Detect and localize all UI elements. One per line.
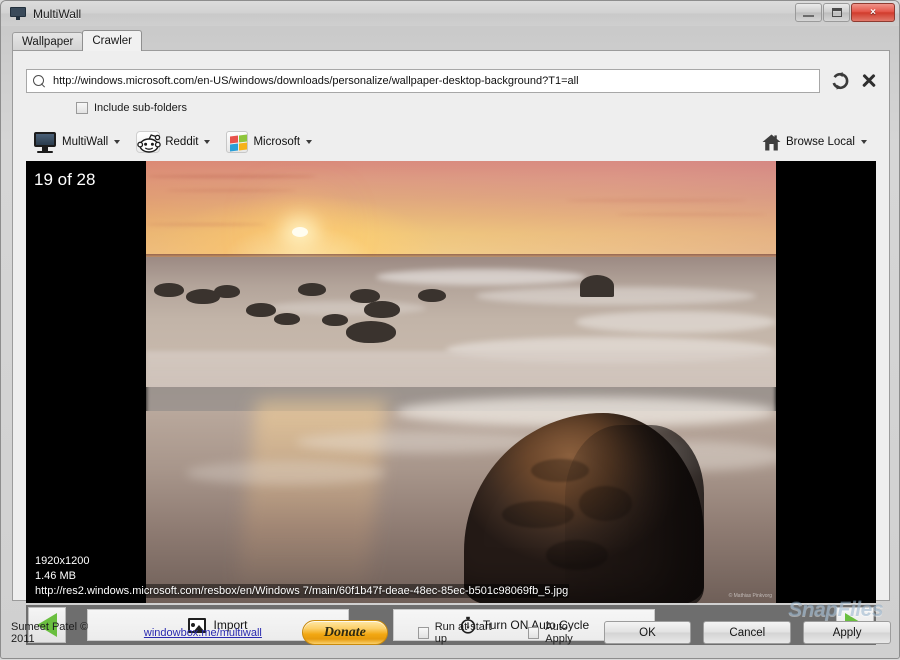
title-bar: MultiWall ×: [1, 1, 899, 26]
source-label-reddit: Reddit: [165, 136, 199, 148]
close-button[interactable]: ×: [851, 3, 895, 22]
donate-button[interactable]: Donate: [301, 620, 388, 645]
crawler-panel: http://windows.microsoft.com/en-US/windo…: [12, 50, 890, 645]
browse-local-button[interactable]: Browse Local: [755, 127, 874, 157]
minimize-button[interactable]: [795, 3, 822, 22]
image-viewer[interactable]: © Mathias Pinkvorg 19 of 28 1920x1200 1.…: [26, 161, 876, 603]
image-resolution: 1920x1200: [34, 554, 91, 568]
sun: [292, 227, 308, 237]
include-subfolders-checkbox[interactable]: Include sub-folders: [76, 102, 187, 114]
chevron-down-icon: [204, 140, 211, 144]
source-label-microsoft: Microsoft: [253, 136, 301, 148]
apply-button[interactable]: Apply: [803, 621, 892, 644]
status-bar: Sumeet Patel © 2011 windowbox.me/multiwa…: [1, 605, 900, 660]
url-input-value: http://windows.microsoft.com/en-US/windo…: [53, 75, 579, 87]
source-button-reddit[interactable]: Reddit: [129, 127, 217, 157]
tab-crawler[interactable]: Crawler: [82, 30, 142, 51]
source-button-multiwall[interactable]: MultiWall: [26, 127, 127, 157]
source-toolbar: MultiWall Reddit Microsoft Browse Local: [26, 125, 876, 159]
tab-strip: Wallpaper Crawler: [12, 30, 142, 51]
photo-credit: © Mathias Pinkvorg: [728, 593, 772, 599]
website-link[interactable]: windowbox.me/multiwall: [144, 627, 262, 639]
monitor-icon: [10, 6, 26, 21]
image-metadata: 1920x1200 1.46 MB http://res2.windows.mi…: [34, 553, 570, 598]
image-filesize: 1.46 MB: [34, 569, 77, 583]
checkbox-box: [528, 626, 540, 639]
refresh-icon[interactable]: [830, 71, 850, 91]
clear-url-icon[interactable]: [860, 72, 878, 90]
image-source-url: http://res2.windows.microsoft.com/resbox…: [34, 584, 570, 598]
checkbox-box: [417, 626, 429, 639]
windows-logo-icon: [226, 131, 249, 153]
url-row: http://windows.microsoft.com/en-US/windo…: [26, 69, 878, 93]
window-controls: ×: [795, 3, 895, 22]
run-at-startup-checkbox[interactable]: Run at start up: [417, 620, 499, 645]
auto-apply-checkbox[interactable]: Auto Apply: [528, 621, 591, 645]
include-subfolders-label: Include sub-folders: [94, 102, 187, 114]
run-at-startup-label: Run at start up: [434, 620, 492, 645]
restore-button[interactable]: [823, 3, 850, 22]
monitor-icon: [33, 131, 57, 153]
chevron-down-icon: [861, 140, 867, 144]
home-icon: [762, 134, 781, 151]
chevron-down-icon: [114, 140, 121, 144]
image-counter: 19 of 28: [34, 170, 96, 189]
window-title: MultiWall: [33, 6, 82, 21]
wallpaper-preview: © Mathias Pinkvorg: [146, 161, 776, 603]
copyright-text: Sumeet Patel © 2011: [11, 620, 89, 645]
ok-button[interactable]: OK: [603, 621, 692, 644]
source-button-microsoft[interactable]: Microsoft: [219, 127, 319, 157]
url-input[interactable]: http://windows.microsoft.com/en-US/windo…: [26, 69, 820, 93]
main-window: MultiWall × Wallpaper Crawler http://win…: [0, 0, 900, 659]
browse-local-label: Browse Local: [785, 136, 855, 148]
search-icon: [33, 74, 46, 88]
auto-apply-label: Auto Apply: [545, 620, 573, 645]
cancel-button[interactable]: Cancel: [703, 621, 792, 644]
tab-wallpaper[interactable]: Wallpaper: [12, 32, 84, 51]
chevron-down-icon: [306, 140, 313, 144]
checkbox-box: [76, 102, 88, 114]
source-label-multiwall: MultiWall: [62, 136, 109, 148]
reddit-alien-icon: [136, 131, 161, 153]
